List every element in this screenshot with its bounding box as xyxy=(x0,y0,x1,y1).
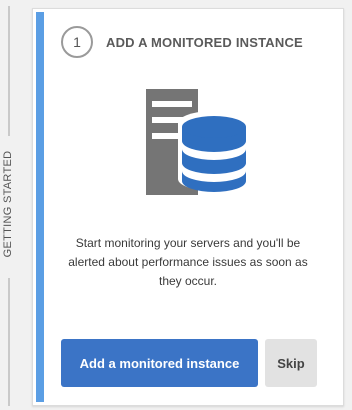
step-title: ADD A MONITORED INSTANCE xyxy=(106,35,303,50)
step-number-badge: 1 xyxy=(61,26,93,58)
onboarding-step-card: 1 ADD A MONITORED INSTANCE Start monitor… xyxy=(32,8,344,406)
add-monitored-instance-button[interactable]: Add a monitored instance xyxy=(61,339,258,387)
getting-started-label: GETTING STARTED xyxy=(2,150,14,258)
getting-started-panel: GETTING STARTED 1 ADD A MONITORED INSTAN… xyxy=(0,0,352,410)
skip-button[interactable]: Skip xyxy=(265,339,317,387)
database-icon xyxy=(178,111,250,192)
server-database-icon xyxy=(146,89,250,195)
rail-divider-bottom xyxy=(8,278,10,406)
step-description: Start monitoring your servers and you'll… xyxy=(68,236,308,288)
card-accent-bar xyxy=(36,12,44,402)
rail-divider-top xyxy=(8,6,10,136)
